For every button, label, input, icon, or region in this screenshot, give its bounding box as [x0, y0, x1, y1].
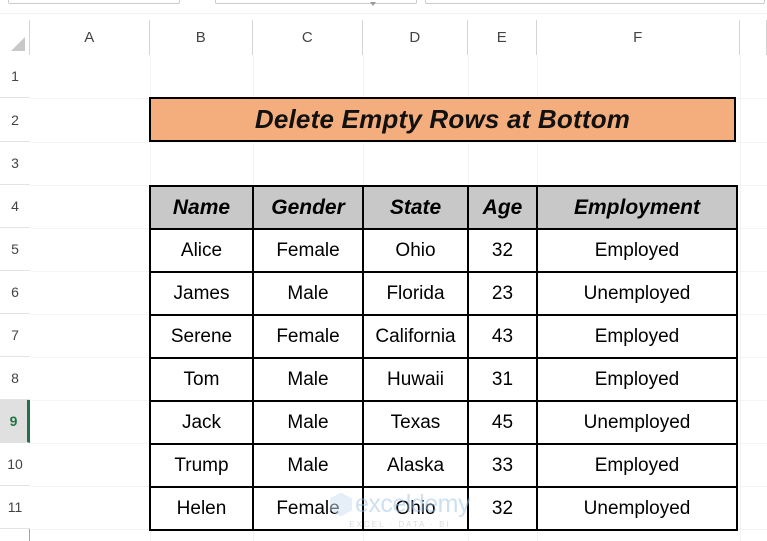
worksheet-grid[interactable]: Delete Empty Rows at Bottom Name Gender St… — [31, 55, 767, 541]
cell-state[interactable]: Florida — [362, 271, 469, 316]
table-row[interactable]: Alice Female Ohio 32 Employed — [149, 228, 738, 273]
row-header-10[interactable]: 10 — [0, 443, 30, 486]
row-header-9-selected[interactable]: 9 — [0, 400, 30, 443]
cell-employment[interactable]: Employed — [536, 314, 738, 359]
table-row[interactable]: James Male Florida 23 Unemployed — [149, 271, 738, 316]
select-all-corner-button[interactable] — [0, 20, 30, 55]
cell-employment[interactable]: Employed — [536, 443, 738, 488]
cell-gender[interactable]: Female — [252, 314, 364, 359]
cell-age[interactable]: 32 — [467, 228, 538, 273]
cell-name[interactable]: Tom — [149, 357, 254, 402]
gridline-horizontal — [31, 142, 767, 143]
cell-age[interactable]: 32 — [467, 486, 538, 531]
cell-age[interactable]: 43 — [467, 314, 538, 359]
column-header-f[interactable]: F — [537, 20, 740, 55]
row-header-11[interactable]: 11 — [0, 486, 30, 529]
cell-employment[interactable]: Unemployed — [536, 486, 738, 531]
column-header-a[interactable]: A — [30, 20, 150, 55]
cell-gender[interactable]: Male — [252, 400, 364, 445]
title-banner-text: Delete Empty Rows at Bottom — [254, 104, 631, 134]
row-header-6[interactable]: 6 — [0, 271, 30, 314]
cell-state[interactable]: California — [362, 314, 469, 359]
row-header-5[interactable]: 5 — [0, 228, 30, 271]
cell-name[interactable]: Jack — [149, 400, 254, 445]
gridline-vertical — [740, 55, 741, 541]
cell-name[interactable]: Helen — [149, 486, 254, 531]
cell-state[interactable]: Alaska — [362, 443, 469, 488]
ribbon-divider — [0, 13, 767, 14]
cell-name[interactable]: Trump — [149, 443, 254, 488]
row-header-3[interactable]: 3 — [0, 142, 30, 185]
column-title-name[interactable]: Name — [149, 185, 254, 230]
cell-gender[interactable]: Male — [252, 271, 364, 316]
chevron-down-icon[interactable] — [370, 2, 376, 6]
cell-state[interactable]: Texas — [362, 400, 469, 445]
column-header-b[interactable]: B — [150, 20, 253, 55]
row-header-4[interactable]: 4 — [0, 185, 30, 228]
cell-gender[interactable]: Male — [252, 357, 364, 402]
excel-worksheet-window: ABCDEF 1 2 3 4 5 6 7 8 9 10 11 Delete Empty Rows a… — [0, 0, 767, 541]
table-body: Alice Female Ohio 32 Employed James Male Florid… — [149, 228, 738, 531]
cell-age[interactable]: 23 — [467, 271, 538, 316]
column-header-partial[interactable] — [740, 20, 767, 55]
cell-gender[interactable]: Female — [252, 228, 364, 273]
row-header-8[interactable]: 8 — [0, 357, 30, 400]
ribbon-control-right[interactable] — [425, 0, 765, 4]
ribbon-control-middle[interactable] — [215, 0, 417, 4]
table-row[interactable]: Trump Male Alaska 33 Employed — [149, 443, 738, 488]
column-title-gender[interactable]: Gender — [252, 185, 364, 230]
cell-age[interactable]: 33 — [467, 443, 538, 488]
select-all-triangle-icon — [11, 37, 25, 51]
cell-employment[interactable]: Employed — [536, 357, 738, 402]
cell-gender[interactable]: Female — [252, 486, 364, 531]
title-banner-cell[interactable]: Delete Empty Rows at Bottom — [149, 97, 736, 142]
cell-state[interactable]: Huwaii — [362, 357, 469, 402]
table-row[interactable]: Serene Female California 43 Employed — [149, 314, 738, 359]
ribbon-control-left[interactable] — [8, 0, 180, 4]
column-header-e[interactable]: E — [468, 20, 537, 55]
data-table[interactable]: Name Gender State Age Employment Alice Female… — [149, 185, 738, 531]
column-header-d[interactable]: D — [363, 20, 468, 55]
table-header-row: Name Gender State Age Employment — [149, 185, 738, 230]
cell-state[interactable]: Ohio — [362, 228, 469, 273]
column-title-age[interactable]: Age — [467, 185, 538, 230]
cell-state[interactable]: Ohio — [362, 486, 469, 531]
table-header-row: Name Gender State Age Employment — [149, 185, 738, 230]
table-row[interactable]: Tom Male Huwaii 31 Employed — [149, 357, 738, 402]
cell-name[interactable]: James — [149, 271, 254, 316]
row-header-7[interactable]: 7 — [0, 314, 30, 357]
cell-employment[interactable]: Unemployed — [536, 400, 738, 445]
table-row[interactable]: Helen Female Ohio 32 Unemployed — [149, 486, 738, 531]
table-row[interactable]: Jack Male Texas 45 Unemployed — [149, 400, 738, 445]
cell-employment[interactable]: Unemployed — [536, 271, 738, 316]
column-header-c[interactable]: C — [253, 20, 363, 55]
cell-gender[interactable]: Male — [252, 443, 364, 488]
row-header-1[interactable]: 1 — [0, 55, 30, 98]
cell-age[interactable]: 45 — [467, 400, 538, 445]
ribbon-strip-partial — [0, 0, 767, 14]
column-title-state[interactable]: State — [362, 185, 469, 230]
cell-age[interactable]: 31 — [467, 357, 538, 402]
column-title-employment[interactable]: Employment — [536, 185, 738, 230]
cell-name[interactable]: Serene — [149, 314, 254, 359]
cell-employment[interactable]: Employed — [536, 228, 738, 273]
cell-name[interactable]: Alice — [149, 228, 254, 273]
row-header-2[interactable]: 2 — [0, 98, 30, 142]
